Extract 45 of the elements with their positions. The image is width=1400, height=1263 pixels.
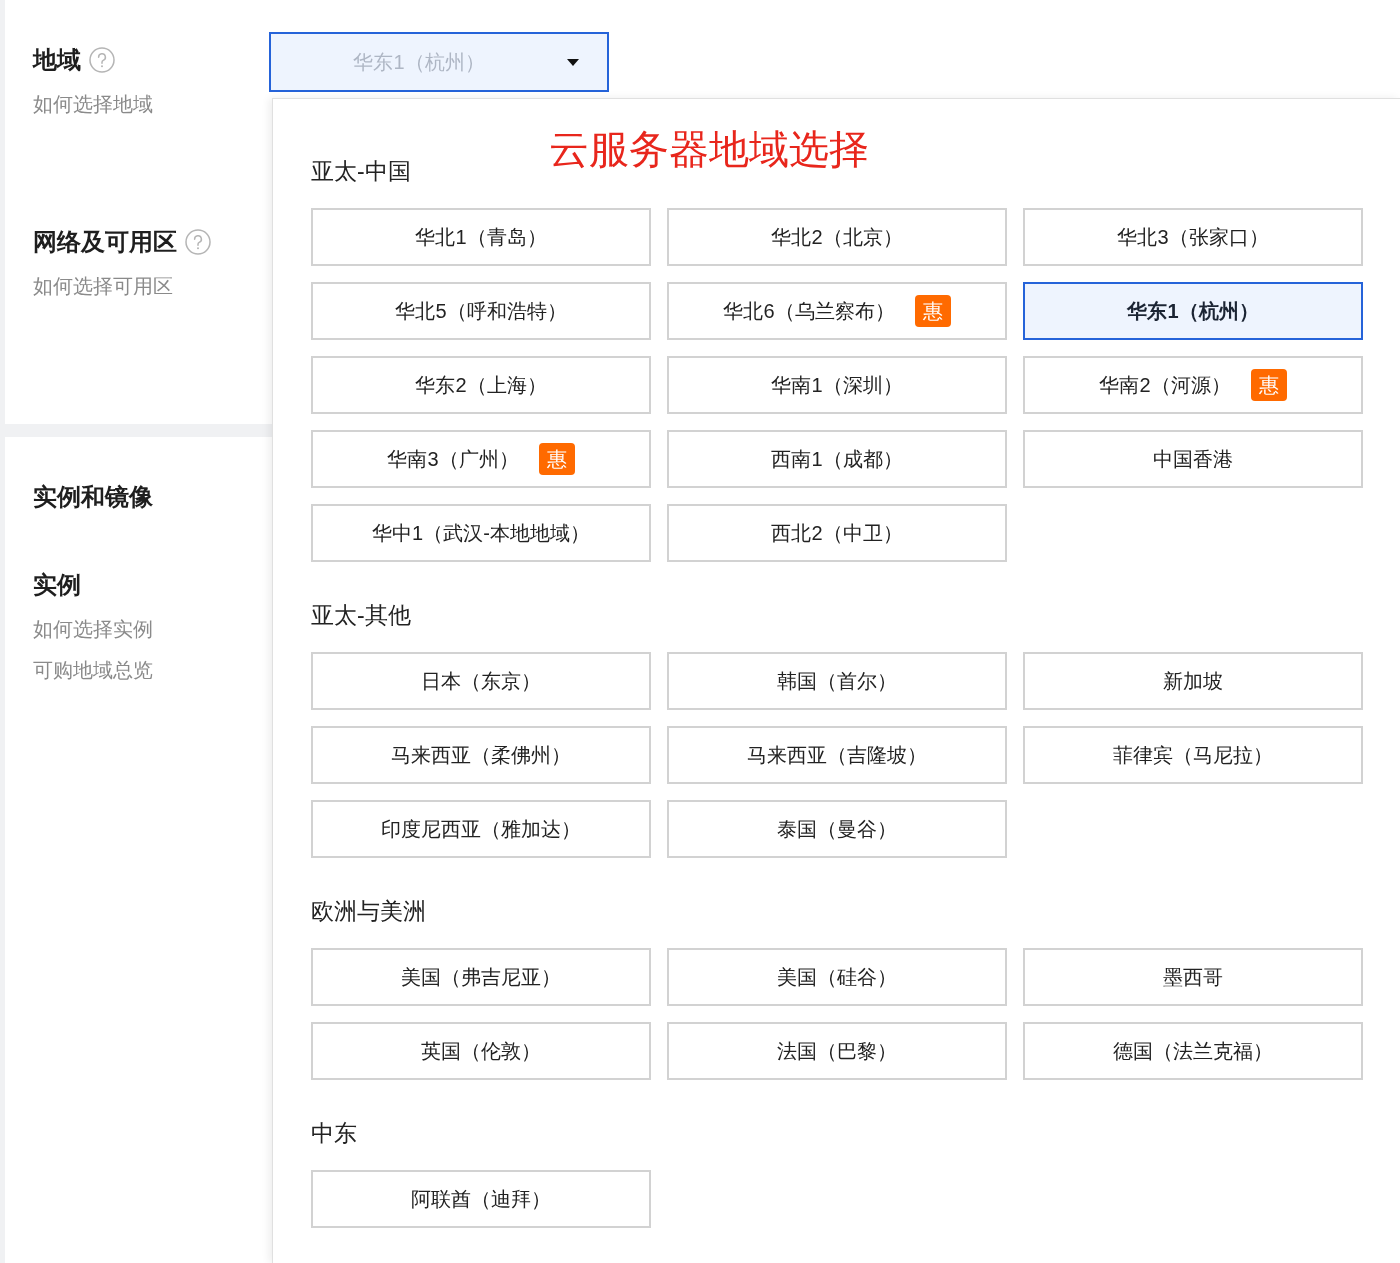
region-option[interactable]: 华北3（张家口） [1023, 208, 1363, 266]
region-option[interactable]: 美国（硅谷） [667, 948, 1007, 1006]
region-option[interactable]: 华北5（呼和浩特） [311, 282, 651, 340]
annotation-title: 云服务器地域选择 [549, 126, 869, 173]
region-option[interactable]: 德国（法兰克福） [1023, 1022, 1363, 1080]
region-group-heading: 欧洲与美洲 [311, 897, 426, 926]
region-group-heading: 亚太-其他 [311, 601, 411, 630]
promo-tag: 惠 [914, 295, 951, 327]
region-option[interactable]: 新加坡 [1023, 652, 1363, 710]
region-option[interactable]: 华南3（广州） 惠 [311, 430, 651, 488]
region-option[interactable]: 华北2（北京） [667, 208, 1007, 266]
region-option[interactable]: 华南2（河源） 惠 [1023, 356, 1363, 414]
region-option[interactable]: 华东1（杭州） [1023, 282, 1363, 340]
help-icon[interactable] [185, 229, 211, 255]
help-link[interactable]: 可购地域总览 [33, 655, 153, 685]
region-option[interactable]: 日本（东京） [311, 652, 651, 710]
help-icon[interactable] [89, 47, 115, 73]
region-group-heading: 亚太-中国 [311, 157, 411, 186]
region-option[interactable]: 菲律宾（马尼拉） [1023, 726, 1363, 784]
region-option[interactable]: 西南1（成都） [667, 430, 1007, 488]
region-option[interactable]: 华东2（上海） [311, 356, 651, 414]
region-option[interactable]: 马来西亚（柔佛州） [311, 726, 651, 784]
region-option[interactable]: 英国（伦敦） [311, 1022, 651, 1080]
caret-icon [567, 59, 579, 66]
field-label: 实例 [33, 570, 81, 600]
section-title: 实例和镜像 [33, 482, 153, 512]
region-option[interactable]: 法国（巴黎） [667, 1022, 1007, 1080]
region-option[interactable]: 西北2（中卫） [667, 504, 1007, 562]
region-option[interactable]: 泰国（曼谷） [667, 800, 1007, 858]
region-group-heading: 中东 [311, 1119, 357, 1148]
field-label: 网络及可用区 [33, 227, 177, 257]
region-option[interactable]: 阿联酋（迪拜） [311, 1170, 651, 1228]
region-option[interactable]: 华中1（武汉-本地地域） [311, 504, 651, 562]
region-option[interactable]: 韩国（首尔） [667, 652, 1007, 710]
region-option[interactable]: 华北1（青岛） [311, 208, 651, 266]
region-option[interactable]: 中国香港 [1023, 430, 1363, 488]
region-option[interactable]: 马来西亚（吉隆坡） [667, 726, 1007, 784]
field-label: 地域 [33, 45, 81, 75]
region-option[interactable]: 美国（弗吉尼亚） [311, 948, 651, 1006]
region-option[interactable]: 华北6（乌兰察布） 惠 [667, 282, 1007, 340]
promo-tag: 惠 [538, 443, 575, 475]
region-option[interactable]: 墨西哥 [1023, 948, 1363, 1006]
promo-tag: 惠 [1250, 369, 1287, 401]
region-option[interactable]: 华南1（深圳） [667, 356, 1007, 414]
region-option[interactable]: 印度尼西亚（雅加达） [311, 800, 651, 858]
